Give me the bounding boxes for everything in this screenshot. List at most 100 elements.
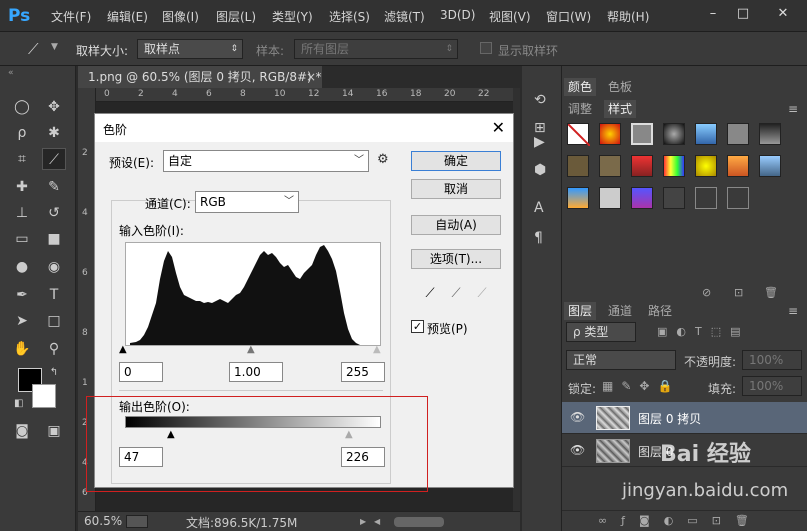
lasso-tool-icon[interactable]: ρ [10, 122, 34, 144]
status-icon[interactable] [126, 515, 148, 528]
style-swatch[interactable] [727, 155, 749, 177]
document-info[interactable]: 文档:896.5K/1.75M [186, 514, 297, 531]
visibility-eye-icon[interactable]: 👁 [570, 410, 585, 424]
clone-stamp-tool-icon[interactable]: ⊥ [10, 202, 34, 224]
input-black-slider[interactable]: ▲ [119, 344, 127, 355]
menu-layer[interactable]: 图层(L) [216, 8, 256, 25]
style-swatch[interactable] [631, 187, 653, 209]
default-colors-icon[interactable]: ◧ [14, 398, 23, 409]
magic-wand-tool-icon[interactable]: ✱ [42, 122, 66, 144]
tab-swatches[interactable]: 色板 [604, 78, 636, 96]
menu-edit[interactable]: 编辑(E) [107, 8, 148, 25]
preset-select[interactable]: 自定 ﹀ [163, 150, 369, 172]
close-window-button[interactable]: ✕ [773, 4, 793, 24]
layers-footer-icons[interactable]: ∞ƒ◙◐▭⊡🗑 [598, 514, 763, 527]
tab-color[interactable]: 颜色 [564, 78, 597, 96]
blend-mode-select[interactable]: 正常 [566, 350, 676, 370]
crop-tool-icon[interactable]: ⌗ [10, 148, 34, 170]
menu-view[interactable]: 视图(V) [489, 8, 531, 25]
style-swatch[interactable] [631, 155, 653, 177]
character-icon[interactable]: A [534, 200, 544, 216]
layer-name[interactable]: 图层 0 拷贝 [638, 410, 701, 427]
gray-point-eyedropper-icon[interactable]: ⟋ [448, 286, 464, 304]
menu-help[interactable]: 帮助(H) [607, 8, 649, 25]
zoom-tool-icon[interactable]: ⚲ [42, 338, 66, 360]
actions-icon[interactable]: ▶ [534, 134, 545, 150]
path-selection-tool-icon[interactable]: ➤ [10, 310, 34, 332]
style-swatch[interactable] [663, 155, 685, 177]
hand-tool-icon[interactable]: ✋ [10, 338, 34, 360]
horizontal-scrollbar-thumb[interactable] [394, 517, 444, 527]
preset-options-gear-icon[interactable]: ⚙ [377, 152, 389, 167]
menu-filter[interactable]: 滤镜(T) [384, 8, 425, 25]
style-swatch[interactable] [631, 123, 653, 145]
screen-mode-icon[interactable]: ▣ [42, 420, 66, 442]
zoom-level[interactable]: 60.5% [84, 514, 122, 528]
eyedropper-tool-icon[interactable]: ⟋ [42, 148, 66, 170]
white-point-eyedropper-icon[interactable]: ⟋ [474, 286, 490, 304]
history-brush-tool-icon[interactable]: ↺ [42, 202, 66, 224]
healing-brush-tool-icon[interactable]: ✚ [10, 176, 34, 198]
input-white-slider[interactable]: ▲ [373, 344, 381, 355]
preview-checkbox[interactable]: ✓ [411, 320, 424, 333]
blur-tool-icon[interactable]: ● [10, 256, 34, 278]
pen-tool-icon[interactable]: ✒ [10, 284, 34, 306]
background-color-swatch[interactable] [32, 384, 56, 408]
style-swatch[interactable] [567, 155, 589, 177]
brush-tool-icon[interactable]: ✎ [42, 176, 66, 198]
new-style-icon[interactable]: ⊡ [734, 286, 743, 299]
sample-size-select[interactable]: 取样点 ⇕ [137, 39, 243, 59]
gradient-tool-icon[interactable]: ■ [42, 228, 66, 250]
collapse-icon[interactable]: « [8, 68, 14, 78]
3d-icon[interactable]: ⬢ [534, 162, 546, 178]
style-swatch[interactable] [663, 123, 685, 145]
opacity-field[interactable]: 100% [742, 350, 802, 370]
menu-window[interactable]: 窗口(W) [546, 8, 591, 25]
auto-button[interactable]: 自动(A) [411, 215, 501, 235]
style-swatch[interactable] [567, 187, 589, 209]
type-tool-icon[interactable]: T [42, 284, 66, 306]
layers-panel-menu-icon[interactable]: ≡ [788, 304, 798, 318]
input-gamma-slider[interactable]: ▲ [247, 344, 255, 355]
style-swatch[interactable] [599, 155, 621, 177]
tab-paths[interactable]: 路径 [644, 302, 676, 320]
style-swatch[interactable] [695, 155, 717, 177]
document-tab[interactable]: 1.png @ 60.5% (图层 0 拷贝, RGB/8#) * × [78, 66, 322, 88]
tab-adjustments[interactable]: 调整 [564, 100, 596, 118]
history-icon[interactable]: ⟲ [534, 92, 546, 108]
black-point-eyedropper-icon[interactable]: ⟋ [422, 286, 438, 304]
style-swatch[interactable] [567, 123, 591, 147]
paragraph-icon[interactable]: ¶ [534, 230, 543, 246]
channel-select[interactable]: RGB ﹀ [195, 191, 299, 213]
style-swatch[interactable] [663, 187, 685, 209]
menu-type[interactable]: 类型(Y) [272, 8, 313, 25]
dodge-tool-icon[interactable]: ◉ [42, 256, 66, 278]
menu-file[interactable]: 文件(F) [51, 8, 91, 25]
style-swatch[interactable] [599, 123, 621, 145]
style-swatch[interactable] [695, 187, 717, 209]
input-gamma-field[interactable]: 1.00 [229, 362, 283, 382]
style-swatch[interactable] [759, 123, 781, 145]
cancel-button[interactable]: 取消 [411, 179, 501, 199]
dialog-close-button[interactable]: ✕ [492, 118, 505, 137]
eraser-tool-icon[interactable]: ▭ [10, 228, 34, 250]
show-ring-checkbox[interactable] [480, 42, 492, 54]
panel-menu-icon[interactable]: ≡ [788, 102, 798, 116]
layer-filter-icons[interactable]: ▣◐T⬚▤ [657, 325, 750, 338]
tab-layers[interactable]: 图层 [564, 302, 597, 320]
style-swatch[interactable] [727, 123, 749, 145]
delete-style-icon[interactable]: 🗑 [764, 286, 778, 299]
menu-image[interactable]: 图像(I) [162, 8, 199, 25]
tab-styles[interactable]: 样式 [604, 100, 637, 118]
sample-select[interactable]: 所有图层 ⇕ [294, 39, 458, 59]
style-swatch[interactable] [695, 123, 717, 145]
maximize-button[interactable]: □ [733, 4, 753, 24]
document-tab-close-button[interactable]: × [306, 66, 316, 88]
status-arrow-icon[interactable]: ▶ [360, 517, 366, 526]
input-black-field[interactable]: 0 [119, 362, 163, 382]
move-tool-icon[interactable]: ✥ [42, 96, 66, 118]
fill-field[interactable]: 100% [742, 376, 802, 396]
tab-channels[interactable]: 通道 [604, 302, 636, 320]
scroll-left-icon[interactable]: ◀ [374, 517, 380, 526]
vertical-scrollbar[interactable] [513, 88, 520, 511]
